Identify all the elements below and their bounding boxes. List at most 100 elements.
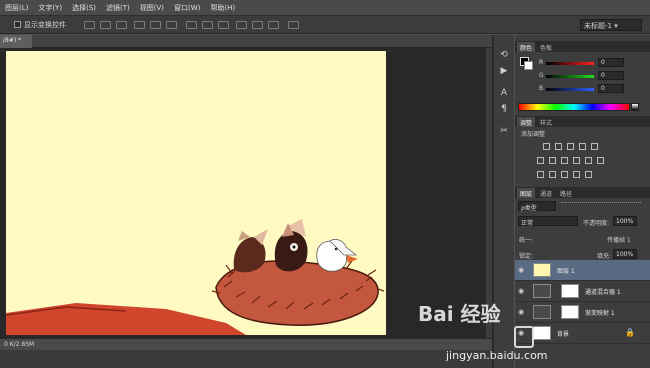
layer-name: 背景 (557, 331, 570, 338)
layer-filter-select[interactable]: ρ类型 (518, 201, 556, 212)
channel-b-label: B (539, 85, 544, 92)
brightness-icon[interactable] (543, 143, 550, 150)
auto-align-icon[interactable] (288, 21, 299, 29)
color-balance-icon[interactable] (549, 157, 556, 164)
layer-mask-thumbnail (561, 305, 579, 319)
distribute-top-icon[interactable] (186, 21, 197, 29)
channel-g-slider[interactable] (546, 75, 594, 78)
invert-icon[interactable] (537, 171, 544, 178)
channel-r-slider[interactable] (546, 62, 594, 65)
canvas-area (0, 48, 492, 338)
background-color-swatch[interactable] (524, 61, 533, 70)
channel-mixer-icon[interactable] (585, 157, 592, 164)
actions-play-icon[interactable]: ▶ (498, 65, 510, 77)
adjustment-icon (533, 305, 551, 319)
menu-help[interactable]: 帮助(H) (205, 3, 240, 13)
channel-b-slider[interactable] (546, 88, 594, 91)
tab-channels[interactable]: 通道 (537, 188, 555, 198)
visibility-eye-icon[interactable]: ◉ (518, 287, 526, 295)
menu-type[interactable]: 文字(Y) (33, 3, 67, 13)
visibility-eye-icon[interactable]: ◉ (518, 308, 526, 316)
distribute-vcenter-icon[interactable] (202, 21, 213, 29)
tab-color[interactable]: 颜色 (517, 42, 536, 52)
tools-preset-icon[interactable]: ✂ (498, 125, 510, 137)
layer-row-1[interactable]: ◉ 图层 1 (515, 260, 650, 281)
layer-name: 渐变映射 1 (585, 310, 615, 317)
nest-illustration (6, 219, 385, 335)
menu-filter[interactable]: 滤镜(T) (101, 3, 135, 13)
menu-window[interactable]: 窗口(W) (169, 3, 205, 13)
right-panel-dock: 颜色 色板 R 0 G 0 B 0 调整 样式 添加调整 图层 通道 路径 ρ类… (515, 35, 650, 368)
tab-swatches[interactable]: 色板 (537, 42, 555, 52)
show-transform-label: 显示变换控件 (24, 21, 66, 29)
hue-saturation-icon[interactable] (537, 157, 544, 164)
opacity-label: 不透明度: (583, 220, 610, 227)
tab-styles[interactable]: 样式 (537, 117, 555, 127)
layer-filter-icons (561, 202, 641, 210)
distribute-bottom-icon[interactable] (218, 21, 229, 29)
black-white-ramp[interactable] (631, 103, 639, 111)
distribute-hcenter-icon[interactable] (252, 21, 263, 29)
levels-icon[interactable] (555, 143, 562, 150)
black-white-icon[interactable] (561, 157, 568, 164)
lock-label: 锁定: (519, 253, 534, 260)
selective-color-icon[interactable] (585, 171, 592, 178)
color-spectrum-bar[interactable] (518, 103, 630, 111)
add-adjustment-title: 添加调整 (521, 131, 546, 138)
tab-layers[interactable]: 图层 (517, 188, 536, 198)
layer-mask-thumbnail (561, 284, 579, 298)
workspace-select[interactable]: 未标题-1 ▾ (580, 19, 642, 31)
character-icon[interactable]: A (498, 87, 510, 99)
tab-adjustments[interactable]: 调整 (517, 117, 536, 127)
distribute-right-icon[interactable] (268, 21, 279, 29)
tab-paths[interactable]: 路径 (557, 188, 575, 198)
align-left-icon[interactable] (134, 21, 145, 29)
red-cloth-shape (6, 303, 246, 335)
fill-input[interactable]: 100% (613, 249, 637, 259)
color-lookup-icon[interactable] (597, 157, 604, 164)
distribute-left-icon[interactable] (236, 21, 247, 29)
opacity-input[interactable]: 100% (613, 216, 637, 226)
channel-b-value[interactable]: 0 (598, 84, 624, 93)
adjust-panel-header: 调整 样式 (515, 116, 650, 127)
layer-row-4[interactable]: ◉ 背景 🔒 (515, 323, 650, 344)
channel-g-label: G (539, 72, 544, 79)
align-hcenter-icon[interactable] (150, 21, 161, 29)
menu-layer[interactable]: 图层(L) (0, 3, 33, 13)
blend-mode-select[interactable]: 正常 (518, 216, 578, 227)
align-bottom-icon[interactable] (116, 21, 127, 29)
channel-r-label: R (539, 59, 544, 66)
gradient-map-icon[interactable] (573, 171, 580, 178)
document-tab[interactable]: /8#) * (0, 35, 32, 48)
posterize-icon[interactable] (549, 171, 556, 178)
align-right-icon[interactable] (166, 21, 177, 29)
channel-g-value[interactable]: 0 (598, 71, 624, 80)
layer-thumbnail (533, 263, 551, 277)
document-size-text: 0 K/2.85M (4, 341, 35, 348)
document-tab-bar: /8#) * (0, 35, 492, 48)
menu-bar: 图层(L) 文字(Y) 选择(S) 滤镜(T) 视图(V) 窗口(W) 帮助(H… (0, 0, 650, 16)
adjustment-icon (533, 284, 551, 298)
align-top-icon[interactable] (84, 21, 95, 29)
visibility-eye-icon[interactable]: ◉ (518, 329, 526, 337)
exposure-icon[interactable] (579, 143, 586, 150)
layer-thumbnail (533, 326, 551, 340)
channel-r-value[interactable]: 0 (598, 58, 624, 67)
menu-view[interactable]: 视图(V) (135, 3, 169, 13)
visibility-eye-icon[interactable]: ◉ (518, 266, 526, 274)
layer-name: 图层 1 (557, 268, 575, 275)
show-transform-checkbox[interactable] (14, 21, 21, 28)
align-vcenter-icon[interactable] (100, 21, 111, 29)
history-icon[interactable]: ⟲ (498, 49, 510, 61)
document-canvas[interactable] (6, 51, 386, 335)
threshold-icon[interactable] (561, 171, 568, 178)
vibrance-icon[interactable] (591, 143, 598, 150)
layer-row-3[interactable]: ◉ 渐变映射 1 (515, 302, 650, 323)
photo-filter-icon[interactable] (573, 157, 580, 164)
color-panel-header: 颜色 色板 (515, 41, 650, 52)
menu-select[interactable]: 选择(S) (67, 3, 101, 13)
workspace-label: 未标题-1 (584, 22, 612, 30)
paragraph-icon[interactable]: ¶ (498, 103, 510, 115)
curves-icon[interactable] (567, 143, 574, 150)
layer-row-2[interactable]: ◉ 通道混合器 1 (515, 281, 650, 302)
